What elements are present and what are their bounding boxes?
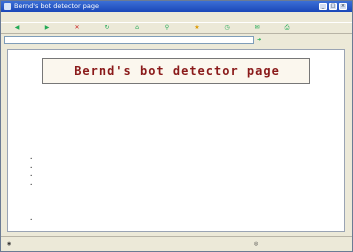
back-arrow-icon: ◀ [14, 24, 20, 31]
list-item[interactable] [30, 181, 280, 190]
printer-icon: ⎙ [284, 24, 290, 31]
toolbar: ◀ ▶ ✕ ↻ ⌂ ⚲ ★ ◷ ✉ ⎙ [1, 22, 352, 34]
mail-icon: ✉ [254, 24, 260, 31]
home-button[interactable]: ⌂ [124, 25, 150, 31]
maximize-button[interactable]: □ [329, 3, 337, 10]
section-list [30, 216, 330, 223]
stop-button[interactable]: ✕ [64, 25, 90, 31]
go-button[interactable]: ➜ [257, 37, 261, 43]
section-list [30, 155, 280, 189]
close-button[interactable]: × [339, 3, 347, 10]
zone-icon: ◎ [254, 241, 259, 247]
refresh-icon: ↻ [104, 24, 110, 31]
list-item[interactable] [30, 155, 280, 164]
forward-button[interactable]: ▶ [34, 25, 60, 31]
star-icon: ★ [194, 24, 200, 31]
forward-arrow-icon: ▶ [44, 24, 50, 31]
list-item[interactable] [30, 172, 280, 181]
menu-bar [1, 13, 352, 21]
stop-icon: ✕ [74, 24, 80, 31]
history-button[interactable]: ◷ [214, 25, 240, 31]
page-banner: Bernd's bot detector page [42, 58, 310, 84]
browser-window: Bernd's bot detector page _ □ × ◀ ▶ ✕ ↻ … [0, 0, 353, 252]
home-icon: ⌂ [135, 24, 139, 31]
print-button[interactable]: ⎙ [274, 25, 300, 31]
status-icon: ◉ [7, 241, 12, 247]
list-item[interactable] [30, 216, 330, 223]
page-title: Bernd's bot detector page [74, 64, 280, 78]
search-button[interactable]: ⚲ [154, 25, 180, 31]
address-bar: ➜ [1, 35, 352, 45]
refresh-button[interactable]: ↻ [94, 25, 120, 31]
minimize-button[interactable]: _ [319, 3, 327, 10]
mail-button[interactable]: ✉ [244, 25, 270, 31]
favorites-button[interactable]: ★ [184, 25, 210, 31]
back-button[interactable]: ◀ [4, 25, 30, 31]
status-bar: ◉ ◎ [1, 236, 352, 251]
app-icon [4, 3, 11, 10]
history-icon: ◷ [224, 24, 230, 31]
address-input[interactable] [4, 36, 254, 44]
search-icon: ⚲ [164, 24, 170, 31]
title-bar[interactable]: Bernd's bot detector page _ □ × [1, 1, 352, 12]
list-item[interactable] [30, 164, 280, 173]
page-content[interactable]: Bernd's bot detector page [7, 49, 345, 232]
window-title: Bernd's bot detector page [14, 2, 99, 10]
